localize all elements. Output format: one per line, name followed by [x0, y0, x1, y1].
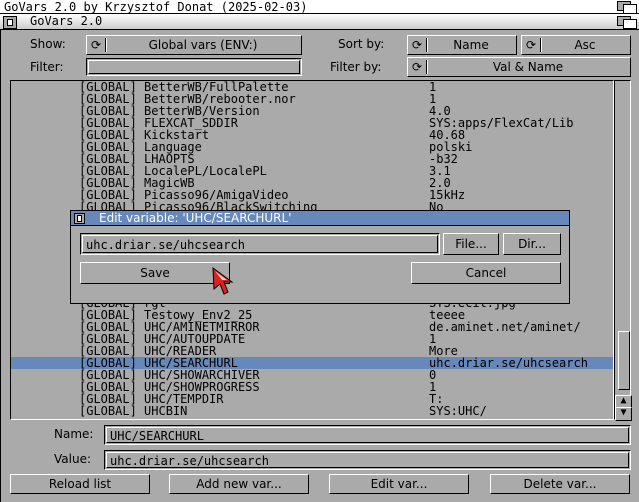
- dialog-close-icon[interactable]: [74, 213, 85, 224]
- name-label: Name:: [54, 427, 94, 441]
- name-value: UHC/SEARCHURL: [110, 429, 204, 443]
- variable-value: uhc.driar.se/uhcsearch: [429, 356, 588, 370]
- name-field[interactable]: UHC/SEARCHURL: [104, 425, 631, 445]
- dialog-title: Edit variable: 'UHC/SEARCHURL': [99, 211, 292, 225]
- dialog-value-text: uhc.driar.se/uhcsearch: [86, 238, 245, 252]
- cancel-button[interactable]: Cancel: [411, 262, 561, 284]
- window-title-bar[interactable]: GoVars 2.0: [0, 14, 639, 30]
- value-value: uhc.driar.se/uhcsearch: [110, 454, 269, 468]
- show-label: Show:: [30, 37, 66, 51]
- edit-variable-dialog: Edit variable: 'UHC/SEARCHURL' uhc.driar…: [70, 210, 570, 304]
- scroll-down-icon[interactable]: ▼: [615, 407, 632, 421]
- sort-label: Sort by:: [338, 37, 385, 51]
- dialog-value-input[interactable]: uhc.driar.se/uhcsearch: [80, 233, 440, 255]
- list-item[interactable]: [GLOBAL] UHCBIN SYS:UHC/: [11, 404, 613, 418]
- filter-by-label: Filter by:: [330, 60, 382, 74]
- sort-field-value: Name: [453, 38, 489, 52]
- sort-order-cycle[interactable]: ⟳ Asc: [521, 35, 631, 55]
- filter-by-value: Val & Name: [492, 60, 564, 74]
- sort-field-cycle[interactable]: ⟳ Name: [407, 35, 517, 55]
- variable-value: SYS:UHC/: [429, 404, 487, 418]
- depth-icon[interactable]: [617, 16, 637, 29]
- filter-label: Filter:: [30, 60, 64, 74]
- screen-title: GoVars 2.0 by Krzysztof Donat (2025-02-0…: [4, 0, 308, 14]
- scrollbar-knob[interactable]: [618, 331, 630, 390]
- sort-order-value: Asc: [574, 38, 596, 52]
- dir-button[interactable]: Dir...: [503, 233, 561, 255]
- reload-list-button[interactable]: Reload list: [10, 474, 150, 494]
- variable-value: de.aminet.net/aminet/: [429, 320, 581, 334]
- value-label: Value:: [54, 452, 91, 466]
- cycle-gadget-icon: ⟳: [91, 38, 102, 52]
- delete-var-button[interactable]: Delete var...: [490, 474, 630, 494]
- filter-input[interactable]: [86, 58, 302, 76]
- cycle-gadget-icon: ⟳: [412, 60, 423, 74]
- cycle-gadget-icon: ⟳: [526, 38, 537, 52]
- cycle-gadget-icon: ⟳: [412, 38, 423, 52]
- window-title: GoVars 2.0: [30, 14, 103, 28]
- screen-depth-icon[interactable]: [617, 1, 637, 14]
- show-cycle[interactable]: ⟳ Global vars (ENV:): [86, 35, 302, 55]
- show-value: Global vars (ENV:): [148, 38, 258, 52]
- filter-by-cycle[interactable]: ⟳ Val & Name: [407, 57, 631, 77]
- value-field[interactable]: uhc.driar.se/uhcsearch: [104, 450, 631, 470]
- dialog-title-bar[interactable]: Edit variable: 'UHC/SEARCHURL': [71, 211, 569, 226]
- variable-name: [GLOBAL] UHCBIN: [79, 404, 188, 418]
- close-icon[interactable]: [3, 16, 17, 29]
- file-button[interactable]: File...: [443, 233, 499, 255]
- list-scrollbar[interactable]: ▲ ▼: [614, 80, 632, 421]
- save-button[interactable]: Save: [80, 262, 230, 284]
- add-new-var-button[interactable]: Add new var...: [169, 474, 309, 494]
- screen-title-bar: GoVars 2.0 by Krzysztof Donat (2025-02-0…: [0, 0, 639, 14]
- mouse-pointer-icon: [212, 267, 234, 295]
- edit-var-button[interactable]: Edit var...: [329, 474, 469, 494]
